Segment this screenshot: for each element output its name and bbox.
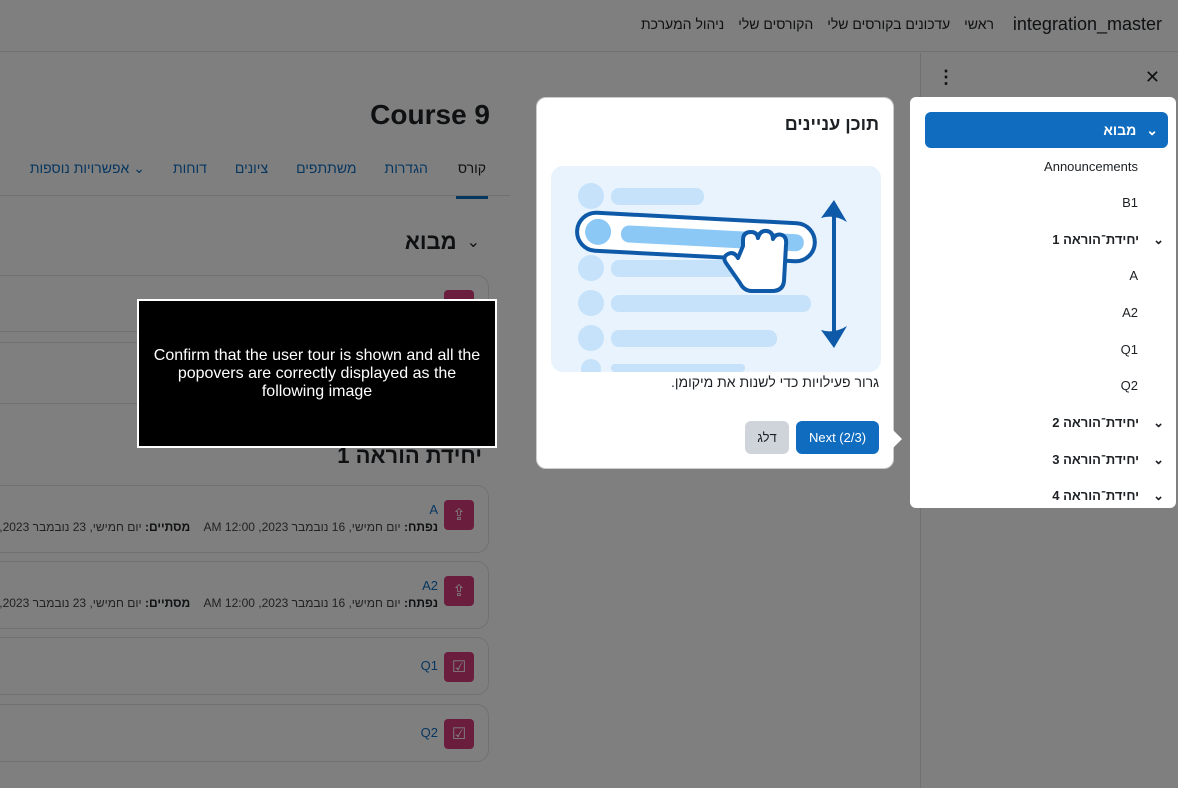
chevron-down-icon: ⌄ [1146, 121, 1158, 138]
next-step-button[interactable]: Next (2/3) [796, 421, 879, 454]
course-index-item[interactable]: B1 [1122, 195, 1138, 210]
course-index-section-label: מבוא [1103, 122, 1137, 138]
course-index-item[interactable]: Q1 [1121, 342, 1138, 357]
tour-title: תוכן עניינים [784, 114, 879, 134]
tour-popover: תוכן עניינים גרור פעילויות כדי לשנות את … [536, 97, 902, 469]
course-index-section[interactable]: ⌄ יחידת־הוראה 3 [1052, 452, 1164, 468]
chevron-down-icon: ⌄ [1153, 488, 1164, 503]
tour-body: גרור פעילויות כדי לשנות את מיקומן. [670, 374, 879, 390]
course-index-section-active[interactable]: ⌄ מבוא [925, 112, 1168, 148]
course-index-highlight: ⌄ מבוא Announcements B1 ⌄ יחידת־הוראה 1 … [910, 53, 1178, 788]
course-index-item[interactable]: A [1129, 268, 1138, 283]
course-index-section-label: יחידת־הוראה 2 [1052, 415, 1140, 430]
popover-arrow [893, 430, 902, 448]
course-index-item[interactable]: A2 [1122, 305, 1138, 320]
course-index-item[interactable]: Announcements [1044, 159, 1138, 174]
test-instruction-box: Confirm that the user tour is shown and … [137, 299, 497, 448]
course-index-section-label: יחידת־הוראה 1 [1052, 232, 1140, 247]
chevron-down-icon: ⌄ [1153, 415, 1164, 430]
course-index-section-label: יחידת־הוראה 4 [1052, 488, 1140, 503]
course-index-section-label: יחידת־הוראה 3 [1052, 452, 1140, 467]
course-index-item[interactable]: Q2 [1121, 378, 1138, 393]
course-index-section[interactable]: ⌄ יחידת־הוראה 4 [1052, 488, 1164, 504]
course-index-section[interactable]: ⌄ יחידת־הוראה 2 [1052, 415, 1164, 431]
skip-tour-button[interactable]: דלג [745, 421, 789, 454]
chevron-down-icon: ⌄ [1153, 232, 1164, 247]
chevron-down-icon: ⌄ [1153, 452, 1164, 467]
course-index-section[interactable]: ⌄ יחידת־הוראה 1 [1052, 232, 1164, 248]
drag-illustration [551, 166, 881, 372]
